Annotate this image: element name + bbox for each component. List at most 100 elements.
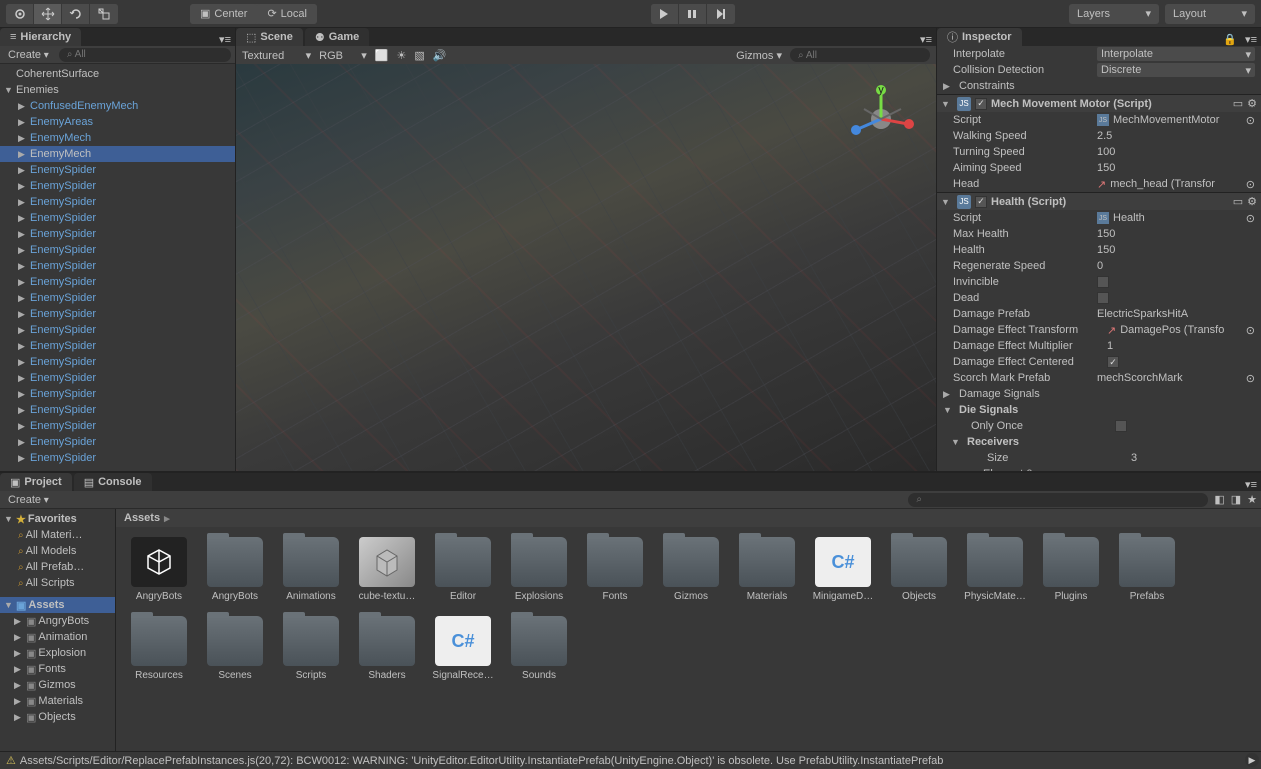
asset-item[interactable]: Animations [278,537,344,602]
expand-arrow[interactable]: ▶ [14,616,26,627]
asset-item[interactable]: PhysicMate… [962,537,1028,602]
expand-arrow[interactable]: ▶ [18,325,30,336]
layout-dropdown[interactable]: Layout▾ [1165,4,1255,24]
damage-transform-field[interactable]: ↗DamagePos (Transfo⊙ [1107,324,1255,337]
expand-arrow[interactable]: ▶ [18,437,30,448]
hierarchy-item[interactable]: ▶EnemySpider [0,274,235,290]
scale-tool[interactable] [90,4,118,24]
asset-item[interactable]: Scenes [202,616,268,681]
asset-item[interactable]: AngryBots [126,537,192,602]
interpolate-dropdown[interactable]: Interpolate▾ [1097,47,1255,61]
asset-item[interactable]: Explosions [506,537,572,602]
expand-arrow[interactable]: ▶ [14,680,26,691]
script-field[interactable]: JSMechMovementMotor⊙ [1097,114,1255,127]
damage-prefab-field[interactable]: ElectricSparksHitA [1097,308,1255,320]
regen-field[interactable]: 0 [1097,260,1255,272]
folder-item[interactable]: ▶▣Animation [0,629,115,645]
expand-arrow[interactable]: ▶ [18,197,30,208]
receivers-size-field[interactable]: 3 [1131,452,1255,464]
favorite-item[interactable]: ⌕All Prefab… [0,559,115,575]
expand-arrow[interactable]: ▼ [4,85,16,95]
help-icon[interactable]: ▭ [1233,97,1243,110]
expand-arrow[interactable]: ▶ [18,309,30,320]
mech-component-header[interactable]: ▼JSMech Movement Motor (Script)▭⚙ [937,94,1261,112]
only-once-checkbox[interactable] [1115,420,1127,432]
hierarchy-item[interactable]: ▶EnemySpider [0,434,235,450]
scene-view[interactable]: y [236,64,936,471]
invincible-checkbox[interactable] [1097,276,1109,288]
asset-item[interactable]: Resources [126,616,192,681]
hierarchy-item[interactable]: ▶EnemyAreas [0,114,235,130]
asset-item[interactable]: C#MinigameD… [810,537,876,602]
expand-arrow[interactable]: ▶ [18,245,30,256]
folder-item[interactable]: ▶▣Fonts [0,661,115,677]
hierarchy-item[interactable]: ▶EnemySpider [0,162,235,178]
max-health-field[interactable]: 150 [1097,228,1255,240]
asset-item[interactable]: Plugins [1038,537,1104,602]
favorite-item[interactable]: ⌕All Scripts [0,575,115,591]
hierarchy-item[interactable]: ▶EnemySpider [0,210,235,226]
folder-item[interactable]: ▶▣AngryBots [0,613,115,629]
folder-item[interactable]: ▶▣Explosion [0,645,115,661]
hierarchy-item[interactable]: ▶EnemyMech [0,146,235,162]
asset-item[interactable]: Editor [430,537,496,602]
scene-search-input[interactable] [790,48,930,62]
create-dropdown[interactable]: Create ▾ [4,49,53,61]
move-tool[interactable] [34,4,62,24]
aiming-speed-field[interactable]: 150 [1097,162,1255,174]
game-tab[interactable]: ⚉Game [305,28,369,46]
expand-arrow[interactable]: ▶ [18,373,30,384]
hierarchy-item[interactable]: ▶EnemySpider [0,386,235,402]
asset-grid[interactable]: AngryBotsAngryBotsAnimations▶cube-textu…… [116,527,1261,751]
scene-picture-toggle[interactable]: ▧ [414,49,424,62]
scene-light-toggle[interactable]: ☀ [397,49,407,62]
save-search-icon[interactable]: ★ [1247,493,1257,506]
gizmos-dropdown[interactable]: Gizmos ▾ [736,49,782,62]
hierarchy-item[interactable]: ▶EnemySpider [0,194,235,210]
panel-menu-icon[interactable]: ▾≡ [1241,33,1261,46]
expand-arrow[interactable]: ▶ [18,165,30,176]
asset-item[interactable]: Fonts [582,537,648,602]
project-tab[interactable]: ▣Project [0,473,72,491]
expand-arrow[interactable]: ▶ [14,696,26,707]
expand-arrow[interactable]: ▶ [18,389,30,400]
hierarchy-item[interactable]: ▶EnemySpider [0,402,235,418]
hierarchy-item[interactable]: ▶EnemyMech [0,130,235,146]
dead-checkbox[interactable] [1097,292,1109,304]
step-button[interactable] [707,4,735,24]
collision-dropdown[interactable]: Discrete▾ [1097,63,1255,77]
turning-speed-field[interactable]: 100 [1097,146,1255,158]
hierarchy-tree[interactable]: CoherentSurface▼Enemies▶ConfusedEnemyMec… [0,64,235,471]
asset-item[interactable]: Sounds [506,616,572,681]
asset-item[interactable]: ▶cube-textu… [354,537,420,602]
expand-arrow[interactable]: ▶ [18,277,30,288]
pivot-center-button[interactable]: ▣Center [190,4,257,24]
project-search-input[interactable] [908,493,1208,507]
expand-arrow[interactable]: ▶ [18,357,30,368]
hierarchy-item[interactable]: ▶EnemySpider [0,242,235,258]
asset-item[interactable]: Gizmos [658,537,724,602]
asset-item[interactable]: Prefabs [1114,537,1180,602]
expand-arrow[interactable]: ▶ [18,261,30,272]
hierarchy-item[interactable]: ▶EnemySpider [0,450,235,466]
health-component-header[interactable]: ▼JSHealth (Script)▭⚙ [937,192,1261,210]
hierarchy-search-input[interactable] [59,48,231,62]
scene-2d-toggle[interactable]: ⬜ [375,49,389,62]
hand-tool[interactable] [6,4,34,24]
hierarchy-item[interactable]: CoherentSurface [0,66,235,82]
panel-menu-icon[interactable]: ▾≡ [1241,478,1261,491]
create-dropdown[interactable]: Create ▾ [4,494,53,506]
help-icon[interactable]: ▭ [1233,195,1243,208]
hierarchy-item[interactable]: ▶EnemySpider [0,322,235,338]
hierarchy-item[interactable]: ▶EnemySpider [0,290,235,306]
expand-arrow[interactable]: ▶ [14,648,26,659]
hierarchy-item[interactable]: ▶EnemySpider [0,178,235,194]
breadcrumb[interactable]: Assets ▸ [116,509,1261,527]
hierarchy-item[interactable]: ▶EnemySpider [0,306,235,322]
inspector-body[interactable]: InterpolateInterpolate▾ Collision Detect… [937,46,1261,471]
inspector-tab[interactable]: ⓘInspector [937,28,1022,46]
rotate-tool[interactable] [62,4,90,24]
panel-menu-icon[interactable]: ▾≡ [916,33,936,46]
filter-icon[interactable]: ◧ [1214,493,1224,506]
console-tab[interactable]: ▤Console [74,473,152,491]
